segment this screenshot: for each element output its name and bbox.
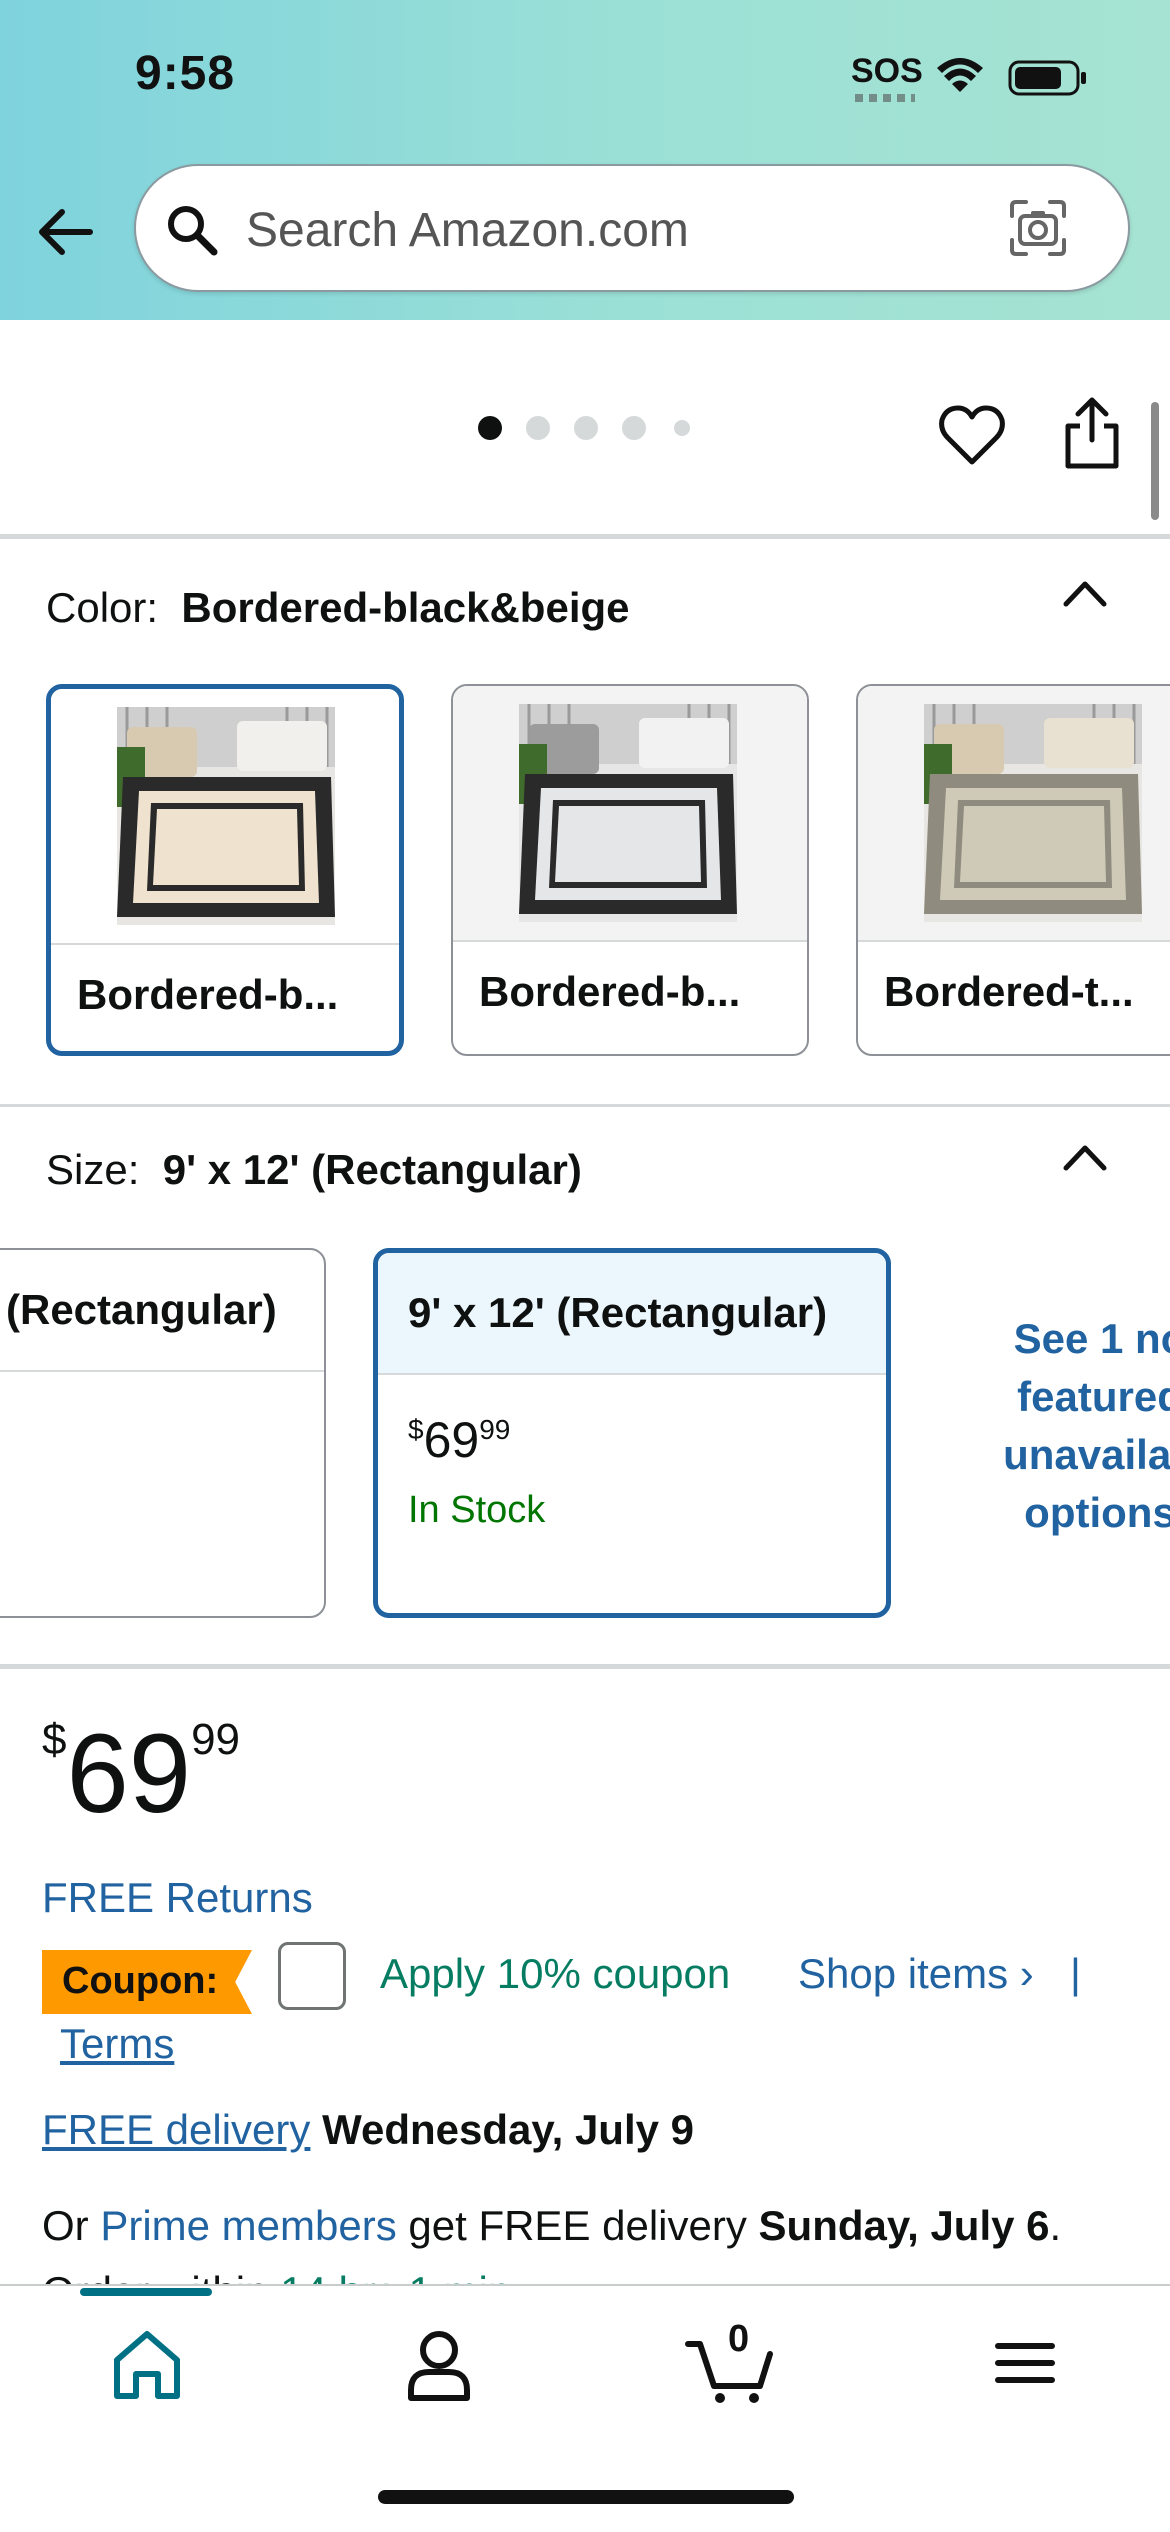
prime-members-link[interactable]: Prime members bbox=[100, 2202, 396, 2249]
nav-menu[interactable] bbox=[970, 2318, 1080, 2408]
chevron-up-icon[interactable] bbox=[1060, 574, 1110, 610]
swatch-image-area bbox=[51, 689, 399, 945]
size-option-price: $6999 bbox=[408, 1412, 511, 1468]
rug-thumbnail-image bbox=[117, 707, 335, 925]
menu-icon bbox=[995, 2343, 1055, 2383]
divider bbox=[0, 534, 1170, 539]
share-icon[interactable] bbox=[1062, 396, 1122, 470]
free-returns-link[interactable]: FREE Returns bbox=[42, 1874, 313, 1922]
swatch-label: Bordered-b... bbox=[479, 968, 741, 1015]
active-tab-indicator bbox=[80, 2288, 212, 2296]
heart-icon[interactable] bbox=[938, 402, 1006, 470]
back-arrow-icon[interactable] bbox=[34, 200, 98, 264]
stock-status: In Stock bbox=[408, 1489, 546, 1531]
prime-delivery-info: Or Prime members get FREE delivery Sunda… bbox=[42, 2202, 1062, 2249]
wifi-icon bbox=[937, 58, 983, 92]
cart-count-badge: 0 bbox=[728, 2318, 750, 2360]
free-delivery-link[interactable]: FREE delivery bbox=[42, 2106, 310, 2153]
search-input[interactable] bbox=[246, 190, 1006, 270]
color-label: Color: Bordered-black&beige bbox=[46, 584, 630, 631]
size-option[interactable]: 9' x 12' (Rectangular) $6999 In Stock bbox=[373, 1248, 891, 1618]
prime-delivery-date: Sunday, July 6 bbox=[758, 2202, 1050, 2249]
search-bar[interactable] bbox=[134, 164, 1130, 292]
swatch-image-area bbox=[453, 686, 807, 942]
status-time: 9:58 bbox=[135, 47, 236, 100]
home-indicator bbox=[378, 2490, 794, 2504]
sos-signal-dots bbox=[855, 94, 915, 102]
carousel-dot[interactable] bbox=[574, 416, 598, 440]
search-icon bbox=[168, 206, 218, 256]
chevron-up-icon[interactable] bbox=[1060, 1138, 1110, 1174]
size-selected-value: 9' x 12' (Rectangular) bbox=[162, 1146, 582, 1193]
color-swatch[interactable]: Bordered-b... bbox=[46, 684, 404, 1056]
swatch-label: Bordered-b... bbox=[77, 971, 339, 1018]
header: 9:58 SOS bbox=[0, 0, 1170, 320]
coupon-badge: Coupon: bbox=[42, 1950, 252, 2014]
carousel-dot[interactable] bbox=[674, 420, 690, 436]
home-icon bbox=[114, 2331, 180, 2399]
color-swatch[interactable]: Bordered-t... bbox=[856, 684, 1170, 1056]
swatch-label: Bordered-t... bbox=[884, 968, 1134, 1015]
camera-icon[interactable] bbox=[1006, 196, 1070, 260]
carousel-dot[interactable] bbox=[622, 416, 646, 440]
coupon-checkbox[interactable] bbox=[278, 1942, 346, 2010]
scroll-indicator[interactable] bbox=[1151, 402, 1159, 520]
size-option-label: 9' x 12' (Rectangular) bbox=[408, 1289, 828, 1336]
size-option-header: (Rectangular) bbox=[0, 1250, 324, 1372]
rug-thumbnail-image bbox=[519, 704, 737, 922]
battery-icon bbox=[1008, 60, 1086, 96]
size-option-label: (Rectangular) bbox=[6, 1286, 277, 1333]
shop-items-link[interactable]: Shop items › bbox=[798, 1950, 1034, 1998]
separator: | bbox=[1070, 1950, 1081, 1997]
product-price: $6999 bbox=[42, 1711, 241, 1836]
divider bbox=[0, 1104, 1170, 1107]
delivery-info: FREE delivery Wednesday, July 9 bbox=[42, 2106, 694, 2154]
coupon-terms-link[interactable]: Terms bbox=[60, 2020, 174, 2068]
see-unavailable-options-link[interactable]: See 1 no featured unavailab options bbox=[960, 1310, 1170, 1542]
carousel-dot[interactable] bbox=[526, 416, 550, 440]
carousel-dot[interactable] bbox=[478, 416, 502, 440]
nav-home[interactable] bbox=[92, 2318, 202, 2408]
color-selected-value: Bordered-black&beige bbox=[181, 584, 630, 631]
color-swatch[interactable]: Bordered-b... bbox=[451, 684, 809, 1056]
size-label: Size: 9' x 12' (Rectangular) bbox=[46, 1146, 582, 1193]
size-option[interactable]: (Rectangular) bbox=[0, 1248, 326, 1618]
divider bbox=[0, 1664, 1170, 1669]
sos-indicator: SOS bbox=[851, 52, 923, 90]
account-icon bbox=[408, 2331, 470, 2401]
apply-coupon-label[interactable]: Apply 10% coupon bbox=[380, 1950, 730, 1998]
size-option-header: 9' x 12' (Rectangular) bbox=[378, 1253, 886, 1375]
nav-account[interactable] bbox=[384, 2318, 494, 2408]
delivery-date: Wednesday, July 9 bbox=[322, 2106, 695, 2153]
swatch-image-area bbox=[858, 686, 1170, 942]
rug-thumbnail-image bbox=[924, 704, 1142, 922]
